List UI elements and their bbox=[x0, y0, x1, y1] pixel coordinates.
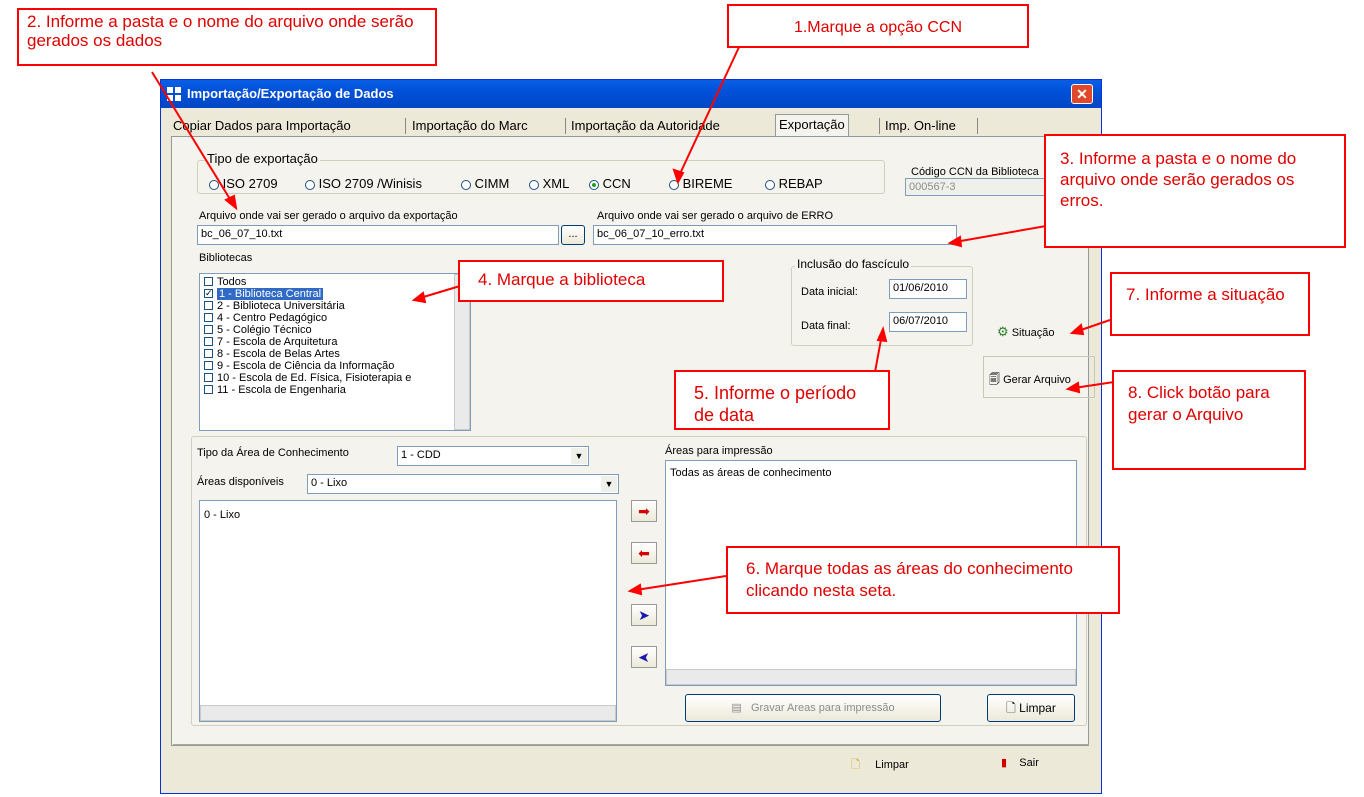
arrow-head-6 bbox=[627, 583, 643, 596]
arrow-head-8 bbox=[1065, 381, 1081, 394]
callout-step-6: 6. Marque todas as áreas do conhecimento… bbox=[726, 546, 1120, 614]
arrow-head-1 bbox=[672, 168, 685, 185]
callout-step-3: 3. Informe a pasta e o nome do arquivo o… bbox=[1044, 134, 1346, 248]
arrow-line-2 bbox=[151, 71, 234, 205]
callout-step-4: 4. Marque a biblioteca bbox=[458, 260, 724, 302]
arrow-line-3 bbox=[954, 225, 1047, 243]
callout-step-1: 1.Marque a opção CCN bbox=[727, 4, 1029, 48]
arrow-head-4 bbox=[411, 291, 427, 304]
arrow-head-2 bbox=[224, 194, 238, 211]
arrow-line-1 bbox=[677, 44, 741, 179]
callout-step-8: 8. Click botão para gerar o Arquivo bbox=[1112, 370, 1306, 470]
arrow-line-4 bbox=[419, 285, 461, 299]
arrow-line-8 bbox=[1073, 381, 1115, 389]
arrow-head-5 bbox=[876, 325, 888, 343]
callout-step-7: 7. Informe a situação bbox=[1110, 272, 1310, 336]
callout-step-2: 2. Informe a pasta e o nome do arquivo o… bbox=[17, 8, 437, 66]
arrow-line-6 bbox=[635, 575, 727, 591]
arrow-head-7 bbox=[1069, 323, 1085, 336]
arrow-head-3 bbox=[947, 235, 963, 248]
callout-step-5: 5. Informe o período de data bbox=[674, 370, 890, 430]
